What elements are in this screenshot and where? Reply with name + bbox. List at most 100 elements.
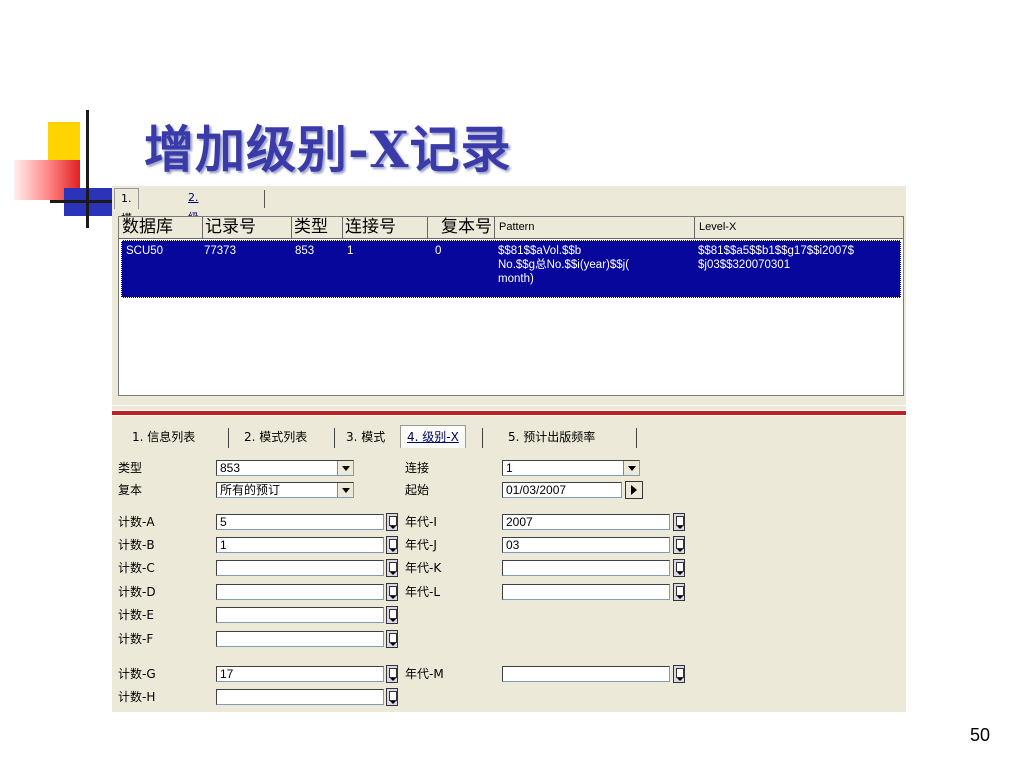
cell-record: 77373 <box>204 245 236 257</box>
cell-pattern-line: No.$$g总No.$$i(year)$$j( <box>498 259 630 271</box>
count-c-label: 计数-C <box>118 561 155 575</box>
tab-separator <box>228 428 229 448</box>
tab-pattern[interactable]: 1. 模式 <box>114 188 139 245</box>
picker-icon[interactable] <box>386 630 398 648</box>
count-d-input[interactable] <box>216 584 384 600</box>
column-header-record[interactable]: 记录号 <box>203 217 292 238</box>
cell-pattern-line: $$81$$aVol.$$b <box>498 245 582 257</box>
count-b-value: 1 <box>220 538 227 552</box>
chevron-down-icon[interactable] <box>337 483 353 497</box>
cell-level-x: $$81$$a5$$b1$$g17$$i2007$ $j03$$32007030… <box>698 244 902 272</box>
count-f-label: 计数-F <box>118 632 154 646</box>
cell-level-line: $$81$$a5$$b1$$g17$$i2007$ <box>698 245 855 257</box>
tab-pattern-detail[interactable]: 3. 模式 <box>346 426 385 448</box>
count-d-label: 计数-D <box>118 585 156 599</box>
year-l-input[interactable] <box>502 584 670 600</box>
start-date-input[interactable]: 01/03/2007 <box>502 482 622 498</box>
count-c-input[interactable] <box>216 560 384 576</box>
count-h-input[interactable] <box>216 689 384 705</box>
count-a-input[interactable]: 5 <box>216 514 384 530</box>
count-g-input[interactable]: 17 <box>216 666 384 682</box>
cell-copy: 0 <box>435 245 442 257</box>
column-header-level-x[interactable]: Level-X <box>696 217 903 238</box>
count-g-value: 17 <box>220 667 234 681</box>
decorative-horizontal-line <box>50 200 112 203</box>
cell-pattern: $$81$$aVol.$$b No.$$g总No.$$i(year)$$j( m… <box>498 244 698 286</box>
count-f-input[interactable] <box>216 631 384 647</box>
table-row[interactable]: SCU50 77373 853 1 0 $$81$$aVol.$$b No.$$… <box>121 240 901 298</box>
picker-icon[interactable] <box>386 688 398 706</box>
picker-icon[interactable] <box>673 513 685 531</box>
tab-info-list[interactable]: 1. 信息列表 <box>132 426 195 448</box>
calendar-arrow-icon[interactable] <box>625 481 643 499</box>
copy-select[interactable]: 所有的预订 <box>216 482 354 498</box>
tab-level-x-label: 4. 级别-X <box>407 430 459 444</box>
count-h-label: 计数-H <box>118 690 156 704</box>
column-header-type[interactable]: 类型 <box>292 217 343 238</box>
start-date-value: 01/03/2007 <box>506 483 567 497</box>
year-j-input[interactable]: 03 <box>502 537 670 553</box>
divider-highlight <box>112 405 906 406</box>
picker-icon[interactable] <box>673 583 685 601</box>
picker-icon[interactable] <box>386 513 398 531</box>
table-header: 数据库 记录号 类型 连接号 复本号 Pattern Level-X <box>119 217 903 239</box>
bottom-tab-bar: 1. 信息列表 2. 模式列表 3. 模式 4. 级别-X 5. 预计出版频率 <box>112 425 906 450</box>
count-a-value: 5 <box>220 515 227 529</box>
year-k-label: 年代-K <box>405 561 442 575</box>
year-i-value: 2007 <box>506 515 533 529</box>
tab-level-x-detail[interactable]: 4. 级别-X <box>400 425 466 448</box>
copy-value: 所有的预订 <box>220 483 281 497</box>
year-m-input[interactable] <box>502 666 670 682</box>
tab-expected-frequency[interactable]: 5. 预计出版频率 <box>508 426 595 448</box>
picker-icon[interactable] <box>386 606 398 624</box>
picker-icon[interactable] <box>673 559 685 577</box>
cell-level-line: $j03$$320070301 <box>698 259 791 271</box>
cell-database: SCU50 <box>126 245 164 257</box>
year-j-label: 年代-J <box>405 538 437 552</box>
page-number: 50 <box>969 725 990 745</box>
decorative-vertical-line <box>86 110 89 228</box>
copy-label: 复本 <box>118 483 143 497</box>
year-l-label: 年代-L <box>405 585 441 599</box>
count-e-label: 计数-E <box>118 608 154 622</box>
cell-link: 1 <box>347 245 354 257</box>
application-panel: 1. 模式 2. 级别-X 数据库 记录号 类型 连接号 复本号 Pattern… <box>112 186 906 712</box>
slide-title: 增加级别-X记录 <box>144 120 512 179</box>
picker-icon[interactable] <box>386 665 398 683</box>
column-header-database[interactable]: 数据库 <box>119 217 203 238</box>
link-select[interactable]: 1 <box>502 460 640 476</box>
count-b-label: 计数-B <box>118 538 155 552</box>
type-select[interactable]: 853 <box>216 460 354 476</box>
year-m-label: 年代-M <box>405 667 444 681</box>
tab-separator <box>264 190 265 208</box>
chevron-down-icon[interactable] <box>623 461 639 475</box>
column-header-link[interactable]: 连接号 <box>343 217 428 238</box>
type-value: 853 <box>220 461 241 475</box>
cell-pattern-line: month) <box>498 273 534 285</box>
start-label: 起始 <box>405 483 430 497</box>
year-j-value: 03 <box>506 538 520 552</box>
picker-icon[interactable] <box>386 559 398 577</box>
tab-level-x[interactable]: 2. 级别-X <box>182 188 209 264</box>
picker-icon[interactable] <box>386 536 398 554</box>
count-g-label: 计数-G <box>118 667 156 681</box>
cell-type: 853 <box>295 245 315 257</box>
tab-separator <box>482 428 483 448</box>
tab-separator <box>636 428 637 448</box>
year-k-input[interactable] <box>502 560 670 576</box>
chevron-down-icon[interactable] <box>337 461 353 475</box>
count-b-input[interactable]: 1 <box>216 537 384 553</box>
year-i-label: 年代-I <box>405 515 437 529</box>
count-e-input[interactable] <box>216 607 384 623</box>
picker-icon[interactable] <box>386 583 398 601</box>
year-i-input[interactable]: 2007 <box>502 514 670 530</box>
column-header-copy[interactable]: 复本号 <box>428 217 495 238</box>
tab-pattern-list[interactable]: 2. 模式列表 <box>244 426 307 448</box>
picker-icon[interactable] <box>673 665 685 683</box>
tab-separator <box>334 428 335 448</box>
link-label: 连接 <box>405 461 430 475</box>
picker-icon[interactable] <box>673 536 685 554</box>
splitter-bar[interactable] <box>112 410 906 416</box>
column-header-pattern[interactable]: Pattern <box>496 217 695 238</box>
type-label: 类型 <box>118 461 143 475</box>
